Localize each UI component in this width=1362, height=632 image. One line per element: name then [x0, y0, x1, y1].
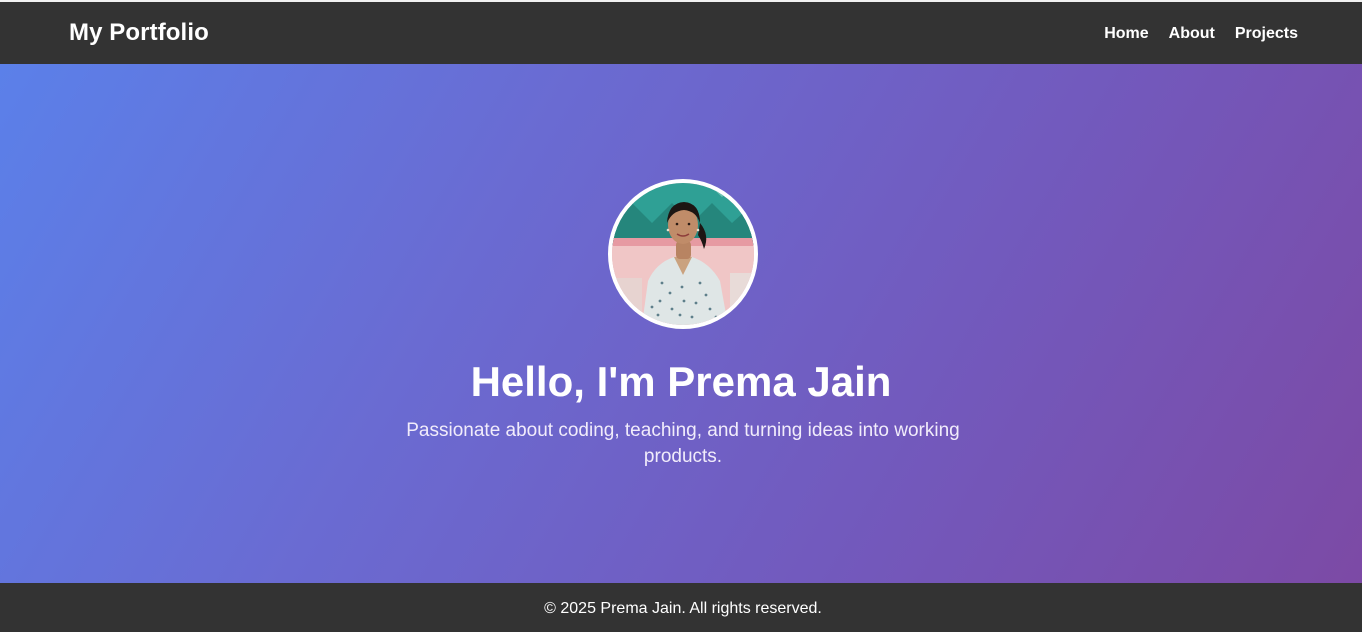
profile-photo	[608, 179, 758, 329]
brand-logo[interactable]: My Portfolio	[69, 18, 209, 48]
nav-link-home[interactable]: Home	[1104, 23, 1148, 45]
hero-subtitle: Passionate about coding, teaching, and t…	[406, 420, 960, 467]
footer-copyright: © 2025 Prema Jain. All rights reserved.	[544, 600, 822, 617]
navbar: My Portfolio Home About Projects	[0, 2, 1362, 64]
nav-link-projects[interactable]: Projects	[1235, 23, 1298, 45]
nav-links: Home About Projects	[1104, 23, 1298, 45]
profile-photo-illustration	[612, 183, 754, 325]
hero-section: Hello, I'm Prema Jain Passionate about c…	[0, 64, 1362, 583]
hero-heading: Hello, I'm Prema Jain	[470, 358, 892, 405]
nav-link-about[interactable]: About	[1169, 23, 1215, 45]
footer: © 2025 Prema Jain. All rights reserved.	[0, 583, 1362, 632]
